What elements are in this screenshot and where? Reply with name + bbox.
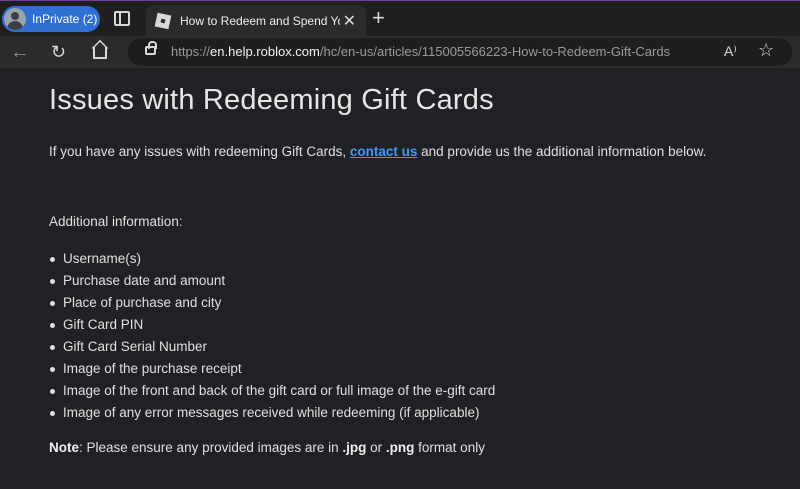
- format-note: Note: Please ensure any provided images …: [49, 440, 485, 455]
- inprivate-profile-button[interactable]: InPrivate (2): [2, 6, 100, 32]
- additional-info-label: Additional information:: [49, 214, 183, 229]
- info-list: Username(s) Purchase date and amount Pla…: [49, 248, 495, 424]
- list-item: Purchase date and amount: [49, 270, 495, 292]
- list-item: Image of the front and back of the gift …: [49, 380, 495, 402]
- active-tab[interactable]: How to Redeem and Spend Your ✕: [146, 5, 366, 37]
- read-aloud-icon[interactable]: A⁾: [724, 43, 737, 60]
- plus-icon[interactable]: +: [372, 6, 385, 30]
- close-icon[interactable]: ✕: [343, 11, 356, 31]
- inprivate-label: InPrivate (2): [32, 12, 98, 26]
- reload-icon[interactable]: ↻: [51, 41, 66, 63]
- address-bar[interactable]: https://en.help.roblox.com/hc/en-us/arti…: [128, 38, 792, 66]
- contact-us-link[interactable]: contact us: [350, 144, 418, 159]
- address-toolbar: ← ↻ https://en.help.roblox.com/hc/en-us/…: [0, 36, 800, 68]
- list-item: Username(s): [49, 248, 495, 270]
- tab-strip: InPrivate (2) How to Redeem and Spend Yo…: [0, 0, 800, 37]
- lock-icon[interactable]: [145, 41, 157, 55]
- url-text[interactable]: https://en.help.roblox.com/hc/en-us/arti…: [171, 44, 670, 59]
- page-content: Issues with Redeeming Gift Cards If you …: [0, 68, 800, 489]
- star-icon[interactable]: ☆: [758, 40, 774, 61]
- list-item: Image of the purchase receipt: [49, 358, 495, 380]
- page-title: Issues with Redeeming Gift Cards: [49, 84, 494, 116]
- roblox-favicon: [154, 12, 172, 30]
- list-item: Place of purchase and city: [49, 292, 495, 314]
- list-item: Gift Card Serial Number: [49, 336, 495, 358]
- intro-paragraph: If you have any issues with redeeming Gi…: [49, 144, 707, 159]
- tab-actions-icon[interactable]: [114, 11, 130, 26]
- back-icon[interactable]: ←: [10, 41, 30, 63]
- profile-icon: [4, 8, 26, 30]
- tab-title: How to Redeem and Spend Your: [180, 14, 340, 28]
- list-item: Gift Card PIN: [49, 314, 495, 336]
- list-item: Image of any error messages received whi…: [49, 402, 495, 424]
